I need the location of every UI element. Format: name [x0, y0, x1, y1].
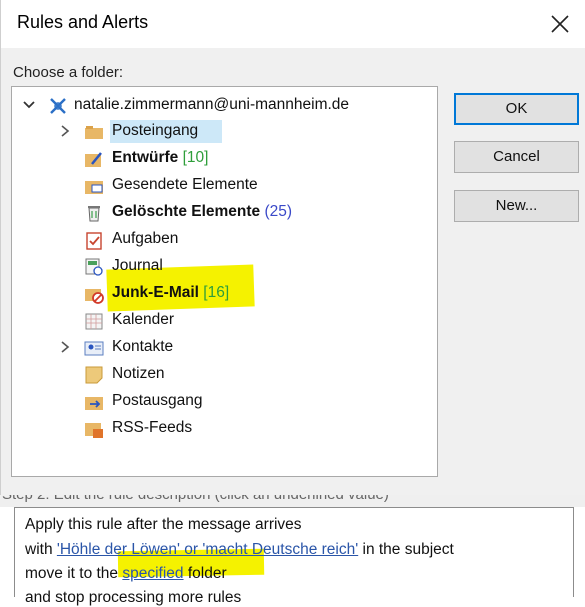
- outbox-folder-icon: [85, 397, 103, 410]
- tree-item-label: Entwürfe [10]: [112, 149, 208, 167]
- folder-name: Gelöschte Elemente: [112, 203, 261, 220]
- tree-item-journal[interactable]: Journal: [12, 254, 432, 280]
- tree-item-label: Gelöschte Elemente (25): [112, 203, 292, 221]
- inbox-folder-icon: [85, 126, 103, 139]
- rss-folder-icon: [85, 423, 103, 438]
- unread-count: [10]: [182, 149, 209, 166]
- tree-item-aufgaben[interactable]: Aufgaben: [12, 227, 432, 253]
- rule-text: with: [25, 541, 57, 558]
- specified-folder-link[interactable]: specified: [122, 565, 183, 582]
- tree-item-notizen[interactable]: Notizen: [12, 362, 432, 388]
- subject-words-link[interactable]: 'Höhle der Löwen' or 'macht Deutsche rei…: [57, 541, 358, 558]
- drafts-folder-icon: [85, 152, 102, 167]
- rule-text: folder: [183, 565, 227, 582]
- tree-item-entwuerfe[interactable]: Entwürfe [10]: [12, 146, 432, 172]
- tree-item-posteingang[interactable]: Posteingang: [12, 119, 432, 145]
- title-bar: Rules and Alerts: [1, 0, 585, 48]
- rule-description-box: Apply this rule after the message arrive…: [14, 507, 574, 606]
- tree-item-label: Journal: [112, 257, 163, 274]
- step-label: Step 2: Edit the rule description (click…: [2, 495, 389, 503]
- choose-folder-label: Choose a folder:: [13, 64, 124, 81]
- tasks-folder-icon: [86, 232, 102, 250]
- tree-item-label: Notizen: [112, 365, 165, 382]
- tree-item-postausgang[interactable]: Postausgang: [12, 389, 432, 415]
- chevron-right-icon[interactable]: [58, 123, 72, 139]
- tree-item-junk-e-mail[interactable]: Junk-E-Mail [16]: [12, 281, 432, 307]
- tree-item-label: Posteingang: [112, 122, 199, 139]
- tree-item-label: RSS-Feeds: [112, 419, 193, 436]
- tree-item-geloeschte-elemente[interactable]: Gelöschte Elemente (25): [12, 200, 432, 226]
- deleted-folder-icon: [88, 206, 100, 222]
- sent-folder-icon: [85, 181, 103, 194]
- tree-item-gesendete-elemente[interactable]: Gesendete Elemente: [12, 173, 432, 199]
- step-heading: Step 2: Edit the rule description (click…: [0, 495, 585, 507]
- rule-line-stop: and stop processing more rules: [25, 589, 242, 606]
- account-label: natalie.zimmermann@uni-mannheim.de: [74, 96, 350, 113]
- item-count: (25): [264, 203, 293, 220]
- calendar-folder-icon: [85, 313, 103, 330]
- tree-account-row[interactable]: natalie.zimmermann@uni-mannheim.de: [12, 93, 432, 119]
- chevron-right-icon[interactable]: [58, 339, 72, 355]
- rule-line-action: move it to the specified folder: [25, 565, 227, 583]
- tree-item-rss-feeds[interactable]: RSS-Feeds: [12, 416, 432, 442]
- tree-item-label: Kalender: [112, 311, 175, 328]
- rule-text: in the subject: [358, 541, 454, 558]
- dialog-title: Rules and Alerts: [17, 12, 149, 32]
- rule-text: move it to the: [25, 565, 123, 582]
- junk-folder-icon: [85, 289, 104, 304]
- journal-folder-icon: [85, 258, 103, 276]
- folder-name: Entwürfe: [112, 149, 179, 166]
- folder-name: Junk-E-Mail: [112, 284, 199, 301]
- contacts-folder-icon: [84, 341, 104, 356]
- chevron-down-icon[interactable]: [22, 97, 36, 113]
- notes-folder-icon: [85, 366, 103, 384]
- ok-button[interactable]: OK: [454, 93, 579, 125]
- rule-description-panel: Step 2: Edit the rule description (click…: [0, 495, 585, 606]
- tree-item-label: Aufgaben: [112, 230, 179, 247]
- cancel-button[interactable]: Cancel: [454, 141, 579, 173]
- tree-item-label: Kontakte: [112, 338, 174, 355]
- tree-item-kontakte[interactable]: Kontakte: [12, 335, 432, 361]
- tree-item-label: Junk-E-Mail [16]: [112, 284, 229, 302]
- rule-line-condition: Apply this rule after the message arrive…: [25, 516, 302, 533]
- folder-tree[interactable]: natalie.zimmermann@uni-mannheim.de Poste…: [11, 86, 438, 477]
- new-folder-button[interactable]: New...: [454, 190, 579, 222]
- tree-item-label: Postausgang: [112, 392, 203, 409]
- unread-count: [16]: [203, 284, 230, 301]
- rules-and-alerts-dialog: Rules and Alerts Choose a folder: natali…: [0, 0, 585, 495]
- close-icon[interactable]: [542, 6, 578, 42]
- rule-line-subject: with 'Höhle der Löwen' or 'macht Deutsch…: [25, 541, 454, 559]
- account-icon: [50, 98, 66, 114]
- tree-item-label: Gesendete Elemente: [112, 176, 258, 193]
- tree-item-kalender[interactable]: Kalender: [12, 308, 432, 334]
